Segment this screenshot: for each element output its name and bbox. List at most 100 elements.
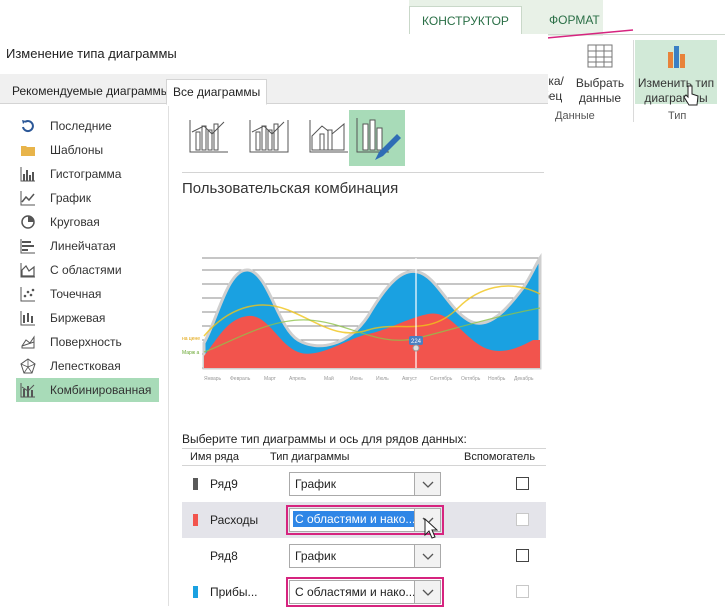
month-label: Май xyxy=(324,375,334,382)
secondary-axis-checkbox[interactable] xyxy=(516,477,529,490)
bar-chart-icon xyxy=(20,239,35,254)
sidebar-item-templates[interactable]: Шаблоны xyxy=(16,138,159,162)
sidebar-item-scatter[interactable]: Точечная xyxy=(16,282,159,306)
secondary-axis-checkbox[interactable] xyxy=(516,549,529,562)
chart-type-value: График xyxy=(295,549,336,563)
dropdown-button[interactable] xyxy=(414,581,440,603)
select-data-label-2: данные xyxy=(578,91,622,105)
group-label-type: Тип xyxy=(668,110,687,122)
chart-type-select[interactable]: График xyxy=(289,472,441,496)
change-chart-type-label-2: диаграммы xyxy=(644,91,708,105)
month-label: Август xyxy=(402,376,418,382)
dropdown-button[interactable] xyxy=(414,545,440,567)
series-row: Расходы С областями и нако... xyxy=(182,502,546,539)
month-label: Декабрь xyxy=(514,376,534,382)
col-chart-type: Тип диаграммы xyxy=(270,451,350,463)
sidebar-item-stock[interactable]: Биржевая xyxy=(16,306,159,330)
month-label: Октябрь xyxy=(461,376,481,382)
sidebar-item-label: Последние xyxy=(50,119,112,133)
sidebar-item-label: С областями xyxy=(50,263,122,277)
series-name: Расходы xyxy=(210,513,259,527)
sidebar-item-label: График xyxy=(50,191,91,205)
folder-icon xyxy=(21,146,35,156)
select-data-button[interactable]: Выбрать данные xyxy=(572,40,628,106)
sidebar-item-radar[interactable]: Лепестковая xyxy=(16,354,159,378)
combo-chart-icon xyxy=(20,383,35,398)
series-name: Ряд9 xyxy=(210,477,238,491)
sidebar-item-label: Поверхность xyxy=(50,335,122,349)
sidebar-item-label: Шаблоны xyxy=(50,143,104,157)
change-chart-type-dialog: Изменение типа диаграммы Рекомендуемые д… xyxy=(0,34,548,607)
combo-subtype-clustered-line[interactable] xyxy=(182,110,238,166)
select-data-label-1: Выбрать xyxy=(575,76,625,90)
sidebar-item-area[interactable]: С областями xyxy=(16,258,159,282)
month-label: Февраль xyxy=(230,376,251,382)
stock-chart-icon xyxy=(20,311,35,326)
tab-constructor[interactable]: КОНСТРУКТОР xyxy=(409,6,522,34)
sidebar-item-label: Биржевая xyxy=(50,311,106,325)
sidebar-item-combo[interactable]: Комбинированная xyxy=(16,378,159,402)
chevron-down-icon xyxy=(422,589,434,596)
tab-recommended-charts[interactable]: Рекомендуемые диаграммы xyxy=(6,79,175,105)
change-chart-type-label-1: Изменить тип xyxy=(637,76,715,90)
chart-type-select[interactable]: График xyxy=(289,544,441,568)
scatter-chart-icon xyxy=(20,287,35,302)
month-label: Март xyxy=(264,376,277,382)
left-label-1: на цене xyxy=(182,336,200,342)
month-label: Апрель xyxy=(289,376,306,382)
series-grid: Имя ряда Тип диаграммы Вспомогатель Ряд9… xyxy=(182,448,546,610)
sidebar-item-surface[interactable]: Поверхность xyxy=(16,330,159,354)
series-prompt: Выберите тип диаграммы и ось для рядов д… xyxy=(182,432,467,446)
col-series-name: Имя ряда xyxy=(190,451,239,463)
series-name: Прибы... xyxy=(210,585,258,599)
tab-all-charts[interactable]: Все диаграммы xyxy=(166,79,268,105)
preview-badge-label: 224 xyxy=(411,339,422,345)
secondary-axis-checkbox[interactable] xyxy=(516,513,529,526)
sidebar-item-label: Комбинированная xyxy=(50,383,152,397)
sidebar-divider xyxy=(168,106,169,606)
series-row: Прибы... С областями и нако... xyxy=(182,574,546,610)
combo-title: Пользовательская комбинация xyxy=(182,180,399,197)
radar-chart-icon xyxy=(20,358,36,374)
secondary-axis-checkbox[interactable] xyxy=(516,585,529,598)
dialog-title: Изменение типа диаграммы xyxy=(6,46,177,61)
mouse-pointer-icon xyxy=(424,518,438,539)
sidebar-item-bar[interactable]: Линейчатая xyxy=(16,234,159,258)
sidebar-item-line[interactable]: График xyxy=(16,186,159,210)
chart-type-select[interactable]: С областями и нако... xyxy=(289,508,441,532)
preview-x-labels: Январь Февраль Март Апрель Май Июнь Июль… xyxy=(204,375,534,382)
sidebar-item-label: Лепестковая xyxy=(50,359,121,373)
chevron-down-icon xyxy=(422,553,434,560)
table-icon xyxy=(587,44,613,68)
column-chart-icon xyxy=(20,167,35,182)
chart-preview: 224 на цене Марж а Январь Февраль Март А… xyxy=(182,253,542,382)
combo-subtype-custom[interactable] xyxy=(349,110,405,166)
combo-clustered-line-icon xyxy=(189,120,228,153)
sidebar-item-label: Гистограмма xyxy=(50,167,122,181)
dropdown-button[interactable] xyxy=(414,473,440,495)
sidebar-item-pie[interactable]: Круговая xyxy=(16,210,159,234)
sidebar-item-recent[interactable]: Последние xyxy=(16,114,159,138)
recent-icon xyxy=(22,120,34,133)
month-label: Июнь xyxy=(350,376,363,382)
series-grid-header: Имя ряда Тип диаграммы Вспомогатель xyxy=(182,448,546,466)
combo-subtype-clustered-line-secondary[interactable] xyxy=(242,110,298,166)
change-chart-type-button[interactable]: Изменить тип диаграммы xyxy=(635,40,717,105)
preview-point xyxy=(412,344,420,352)
chart-type-value: График xyxy=(295,477,336,491)
sidebar-item-histogram[interactable]: Гистограмма xyxy=(16,162,159,186)
area-chart-icon xyxy=(20,263,35,278)
dialog-tab-bar: Рекомендуемые диаграммы Все диаграммы xyxy=(0,74,548,105)
chevron-down-icon xyxy=(422,481,434,488)
series-color-swatch xyxy=(193,514,198,526)
hand-cursor-icon xyxy=(683,85,699,106)
chart-type-select[interactable]: С областями и нако... xyxy=(289,580,441,604)
month-label: Июль xyxy=(376,376,389,382)
sidebar-item-label: Линейчатая xyxy=(50,239,116,253)
series-color-swatch xyxy=(193,586,198,598)
month-label: Январь xyxy=(204,376,222,382)
custom-combo-pencil-icon xyxy=(356,118,401,160)
series-name: Ряд8 xyxy=(210,549,238,563)
section-divider xyxy=(182,172,544,173)
series-row: Ряд9 График xyxy=(182,466,546,502)
